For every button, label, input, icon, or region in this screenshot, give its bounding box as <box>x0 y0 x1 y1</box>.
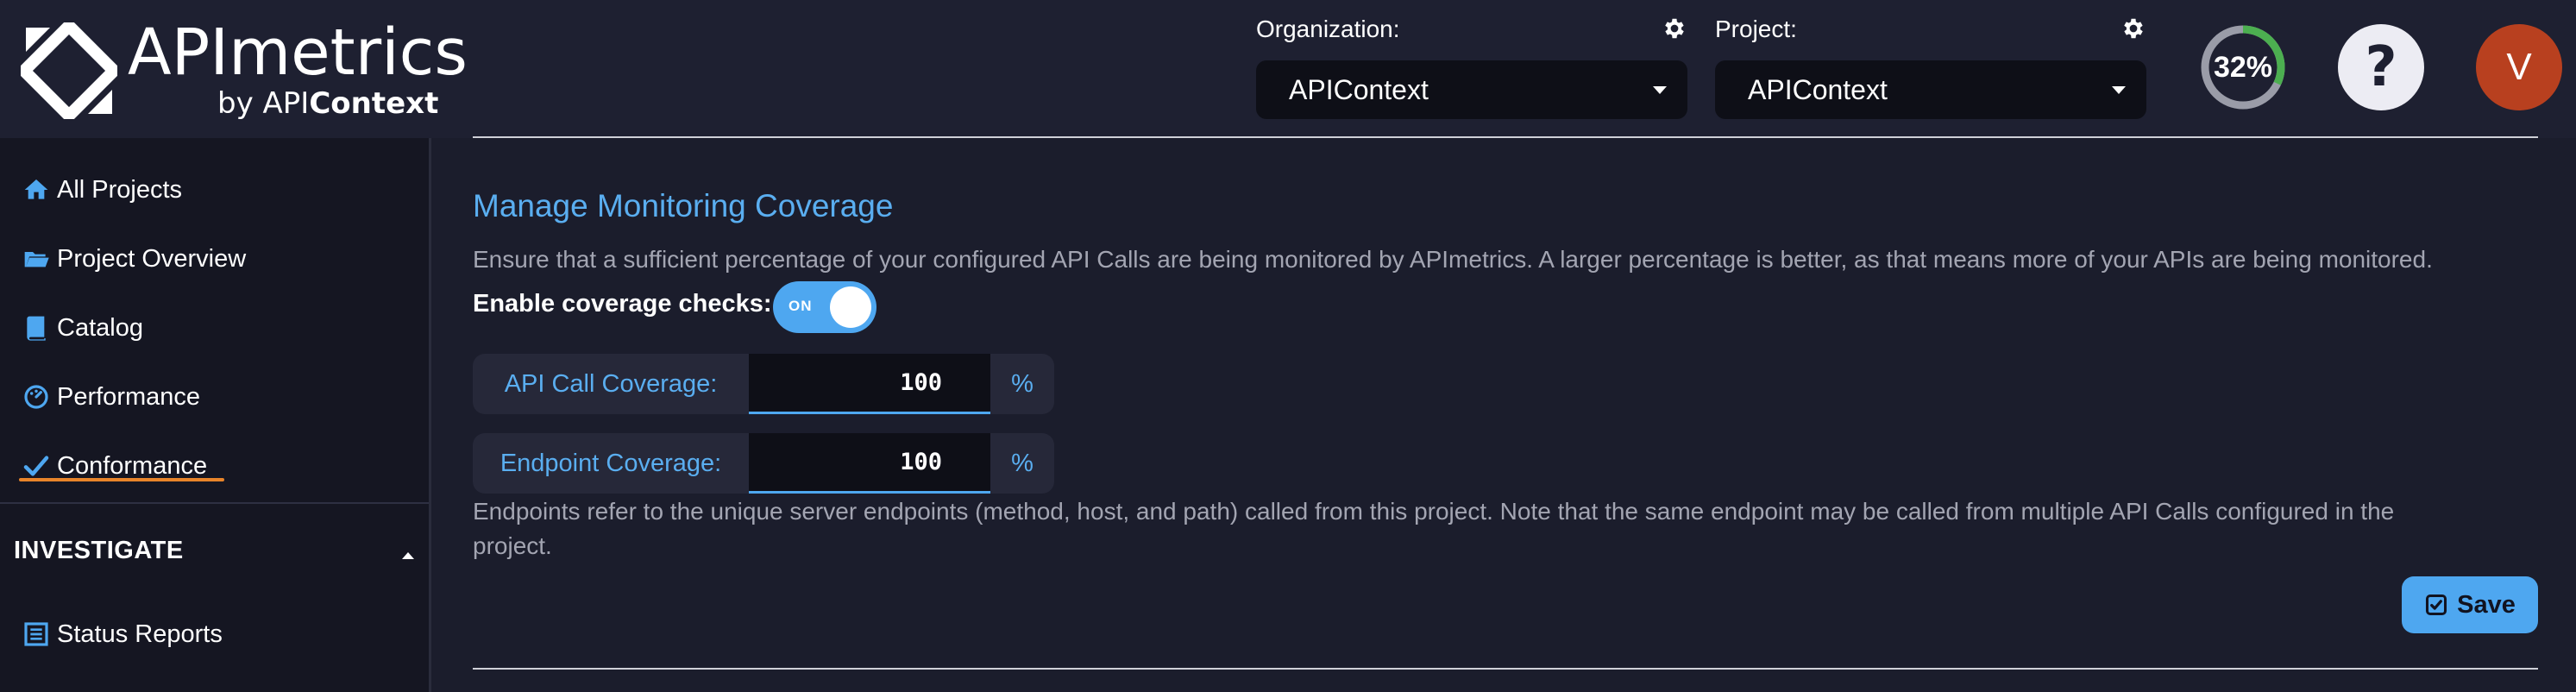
coverage-checks-label: Enable coverage checks: <box>473 290 772 318</box>
sidebar-section-investigate[interactable]: INVESTIGATE <box>14 537 184 565</box>
user-avatar[interactable]: V <box>2476 24 2562 110</box>
help-button[interactable]: ? <box>2338 24 2424 110</box>
sidebar-item-label: Conformance <box>57 451 208 480</box>
project-select[interactable]: APIContext <box>1715 60 2146 119</box>
sidebar-item-performance[interactable]: Performance <box>22 375 200 418</box>
toggle-state-text: ON <box>789 298 813 314</box>
logo-name: APImetrics <box>128 16 468 90</box>
api-call-coverage-group: API Call Coverage: % <box>473 354 1054 414</box>
chevron-up-icon[interactable] <box>402 552 414 559</box>
list-icon <box>24 622 48 646</box>
check-icon <box>23 456 49 476</box>
chevron-down-icon <box>2112 86 2126 94</box>
logo-mark-icon <box>21 22 117 119</box>
check-square-icon <box>2426 594 2447 616</box>
sidebar-item-status-reports[interactable]: Status Reports <box>22 613 223 656</box>
sidebar-item-label: All Projects <box>57 175 183 204</box>
sidebar-item-label: Performance <box>57 382 201 411</box>
sidebar-item-label: Status Reports <box>57 620 223 648</box>
project-label: Project: <box>1715 16 1797 42</box>
endpoint-coverage-input[interactable] <box>749 433 990 494</box>
endpoint-note-line1: Endpoints refer to the unique server end… <box>473 498 2395 525</box>
toggle-knob <box>830 286 871 328</box>
book-icon <box>27 316 46 341</box>
endpoint-coverage-group: Endpoint Coverage: % <box>473 433 1054 494</box>
top-divider <box>473 136 2538 138</box>
logo-tagline-prefix: by API <box>217 86 310 121</box>
sidebar-item-label: Catalog <box>57 313 143 342</box>
sidebar-divider <box>0 502 429 504</box>
coverage-description: Ensure that a sufficient percentage of y… <box>473 246 2433 273</box>
dashboard-icon <box>24 385 48 409</box>
endpoint-coverage-unit: % <box>1011 450 1034 477</box>
save-button-label: Save <box>2457 590 2516 619</box>
coverage-checks-toggle[interactable]: ON <box>773 281 876 333</box>
sidebar-item-label: Project Overview <box>57 244 247 273</box>
sidebar: All Projects Project Overview Catalog Pe… <box>0 138 431 692</box>
endpoint-coverage-label: Endpoint Coverage: <box>499 450 722 477</box>
app-header: APImetrics by APIContext Organization: A… <box>0 0 2576 138</box>
organization-select-value: APIContext <box>1289 74 1429 105</box>
organization-select[interactable]: APIContext <box>1256 60 1687 119</box>
project-gear-icon[interactable] <box>2120 16 2146 41</box>
sidebar-item-all-projects[interactable]: All Projects <box>22 168 182 211</box>
sidebar-item-project-overview[interactable]: Project Overview <box>22 237 246 280</box>
api-call-coverage-input[interactable] <box>749 354 990 414</box>
bottom-divider <box>473 668 2538 670</box>
sidebar-item-catalog[interactable]: Catalog <box>22 306 143 349</box>
home-icon <box>24 179 48 199</box>
folder-open-icon <box>24 252 49 267</box>
logo-tagline: by APIContext <box>217 86 438 121</box>
apimetrics-logo[interactable]: APImetrics by APIContext <box>21 16 469 123</box>
organization-gear-icon[interactable] <box>1662 16 1687 41</box>
save-button[interactable]: Save <box>2402 576 2538 633</box>
api-call-coverage-label: API Call Coverage: <box>504 370 718 398</box>
endpoint-note-line2: project. <box>473 532 552 559</box>
logo-tagline-brand: Context <box>309 86 439 121</box>
progress-percent: 32% <box>2213 51 2273 84</box>
chevron-down-icon <box>1653 86 1667 94</box>
organization-label: Organization: <box>1256 16 1400 42</box>
api-call-coverage-unit: % <box>1011 370 1034 398</box>
page-title: Manage Monitoring Coverage <box>473 188 894 223</box>
project-select-value: APIContext <box>1748 74 1888 105</box>
active-item-indicator <box>19 478 224 481</box>
